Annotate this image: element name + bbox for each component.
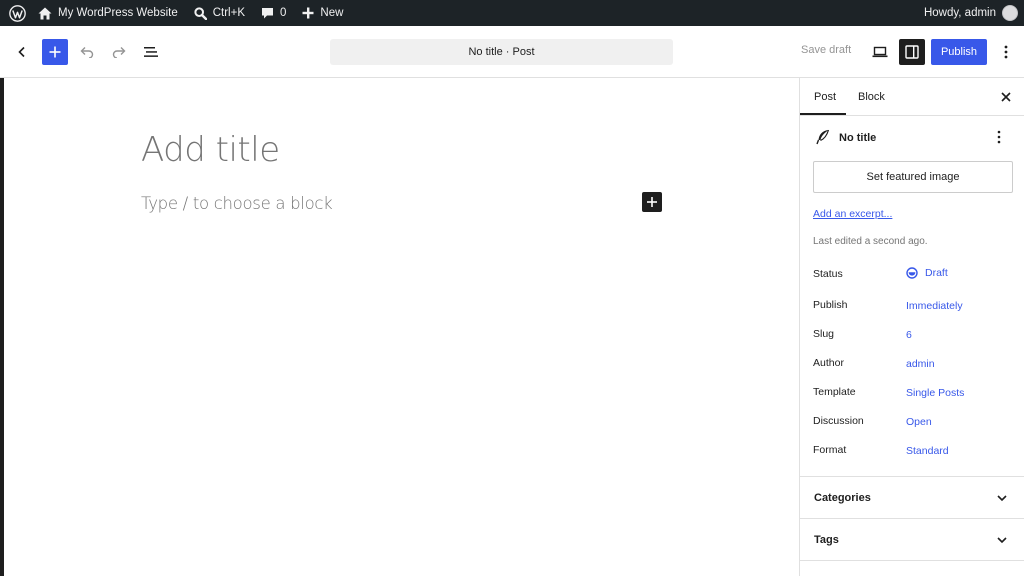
new-label: New bbox=[320, 7, 344, 19]
redo-icon bbox=[112, 47, 126, 58]
document-title-bar[interactable]: No title · Post bbox=[330, 39, 673, 65]
wordpress-logo-button[interactable] bbox=[0, 0, 34, 26]
add-excerpt-link[interactable]: Add an excerpt... bbox=[813, 208, 892, 220]
chevron-left-icon bbox=[18, 46, 25, 58]
avatar bbox=[1002, 5, 1018, 21]
plus-icon bbox=[302, 7, 314, 19]
post-title-input[interactable]: Add title bbox=[141, 130, 280, 170]
plus-icon bbox=[647, 197, 657, 207]
site-name-link[interactable]: My WordPress Website bbox=[34, 0, 186, 26]
format-value-button[interactable]: Standard bbox=[906, 445, 949, 457]
comments-count: 0 bbox=[280, 7, 287, 19]
slug-label: Slug bbox=[813, 328, 835, 340]
preview-button[interactable] bbox=[867, 39, 893, 65]
save-draft-button[interactable]: Save draft bbox=[801, 44, 851, 56]
status-value-button[interactable]: Draft bbox=[906, 267, 948, 279]
search-icon bbox=[194, 6, 207, 20]
list-view-icon bbox=[144, 47, 158, 57]
more-vertical-icon bbox=[1004, 45, 1008, 59]
sidebar-tabs: Post Block bbox=[800, 78, 1024, 116]
document-title: No title · Post bbox=[468, 46, 535, 58]
home-icon bbox=[38, 7, 52, 19]
template-value-button[interactable]: Single Posts bbox=[906, 387, 964, 399]
editor-header: No title · Post Save draft Publish bbox=[0, 26, 1024, 78]
post-actions-button[interactable] bbox=[997, 130, 1001, 149]
slug-value-button[interactable]: 6 bbox=[906, 329, 912, 341]
my-account-link[interactable]: Howdy, admin bbox=[916, 0, 1024, 26]
search-shortcut-label: Ctrl+K bbox=[212, 7, 245, 19]
publish-button[interactable]: Publish bbox=[931, 39, 987, 65]
block-inserter-button[interactable] bbox=[42, 39, 68, 65]
new-content-link[interactable]: New bbox=[294, 0, 351, 26]
set-featured-image-button[interactable]: Set featured image bbox=[813, 161, 1013, 193]
admin-bar: My WordPress Website Ctrl+K 0 New Howdy,… bbox=[0, 0, 1024, 26]
site-name: My WordPress Website bbox=[58, 7, 178, 19]
last-edited-text: Last edited a second ago. bbox=[813, 236, 928, 247]
plus-icon bbox=[49, 46, 61, 58]
add-block-button[interactable] bbox=[642, 192, 662, 212]
command-search-button[interactable]: Ctrl+K bbox=[186, 0, 253, 26]
document-overview-button[interactable] bbox=[138, 39, 164, 65]
chevron-down-icon bbox=[997, 495, 1007, 502]
status-value: Draft bbox=[925, 267, 948, 279]
discussion-value-button[interactable]: Open bbox=[906, 416, 932, 428]
categories-panel-title: Categories bbox=[814, 492, 871, 504]
undo-icon bbox=[80, 47, 94, 58]
settings-sidebar: Post Block No title Set featured image A… bbox=[799, 78, 1024, 576]
discussion-label: Discussion bbox=[813, 415, 864, 427]
block-placeholder[interactable]: Type / to choose a block bbox=[141, 194, 333, 213]
post-type-icon-wrap bbox=[816, 129, 830, 150]
publish-value-button[interactable]: Immediately bbox=[906, 300, 963, 312]
author-label: Author bbox=[813, 357, 844, 369]
undo-button[interactable] bbox=[74, 39, 100, 65]
publish-label: Publish bbox=[813, 299, 848, 311]
draft-status-icon bbox=[906, 267, 918, 279]
settings-toggle-button[interactable] bbox=[899, 39, 925, 65]
active-tab-indicator bbox=[800, 113, 846, 115]
template-label: Template bbox=[813, 386, 856, 398]
status-label: Status bbox=[813, 268, 843, 280]
desktop-preview-icon bbox=[872, 46, 888, 58]
format-label: Format bbox=[813, 444, 847, 456]
chevron-down-icon bbox=[997, 537, 1007, 544]
comments-link[interactable]: 0 bbox=[253, 0, 294, 26]
more-vertical-icon bbox=[997, 130, 1001, 144]
tab-block[interactable]: Block bbox=[858, 78, 885, 116]
options-button[interactable] bbox=[993, 39, 1019, 65]
categories-panel-toggle[interactable]: Categories bbox=[800, 477, 1024, 519]
wordpress-logo-icon bbox=[9, 4, 26, 22]
comment-icon bbox=[262, 7, 273, 18]
tags-panel-toggle[interactable]: Tags bbox=[800, 519, 1024, 561]
redo-button[interactable] bbox=[106, 39, 132, 65]
post-summary-title: No title bbox=[839, 132, 877, 144]
editor-canvas: Add title Type / to choose a block bbox=[4, 78, 799, 576]
feather-icon bbox=[816, 129, 830, 145]
close-icon bbox=[1001, 92, 1011, 102]
panel-divider bbox=[800, 560, 1024, 561]
back-button[interactable] bbox=[9, 39, 35, 65]
tab-post[interactable]: Post bbox=[814, 78, 836, 116]
sidebar-icon bbox=[905, 45, 919, 59]
author-value-button[interactable]: admin bbox=[906, 358, 935, 370]
howdy-text: Howdy, admin bbox=[923, 7, 996, 19]
close-sidebar-button[interactable] bbox=[999, 90, 1013, 104]
tags-panel-title: Tags bbox=[814, 534, 839, 546]
